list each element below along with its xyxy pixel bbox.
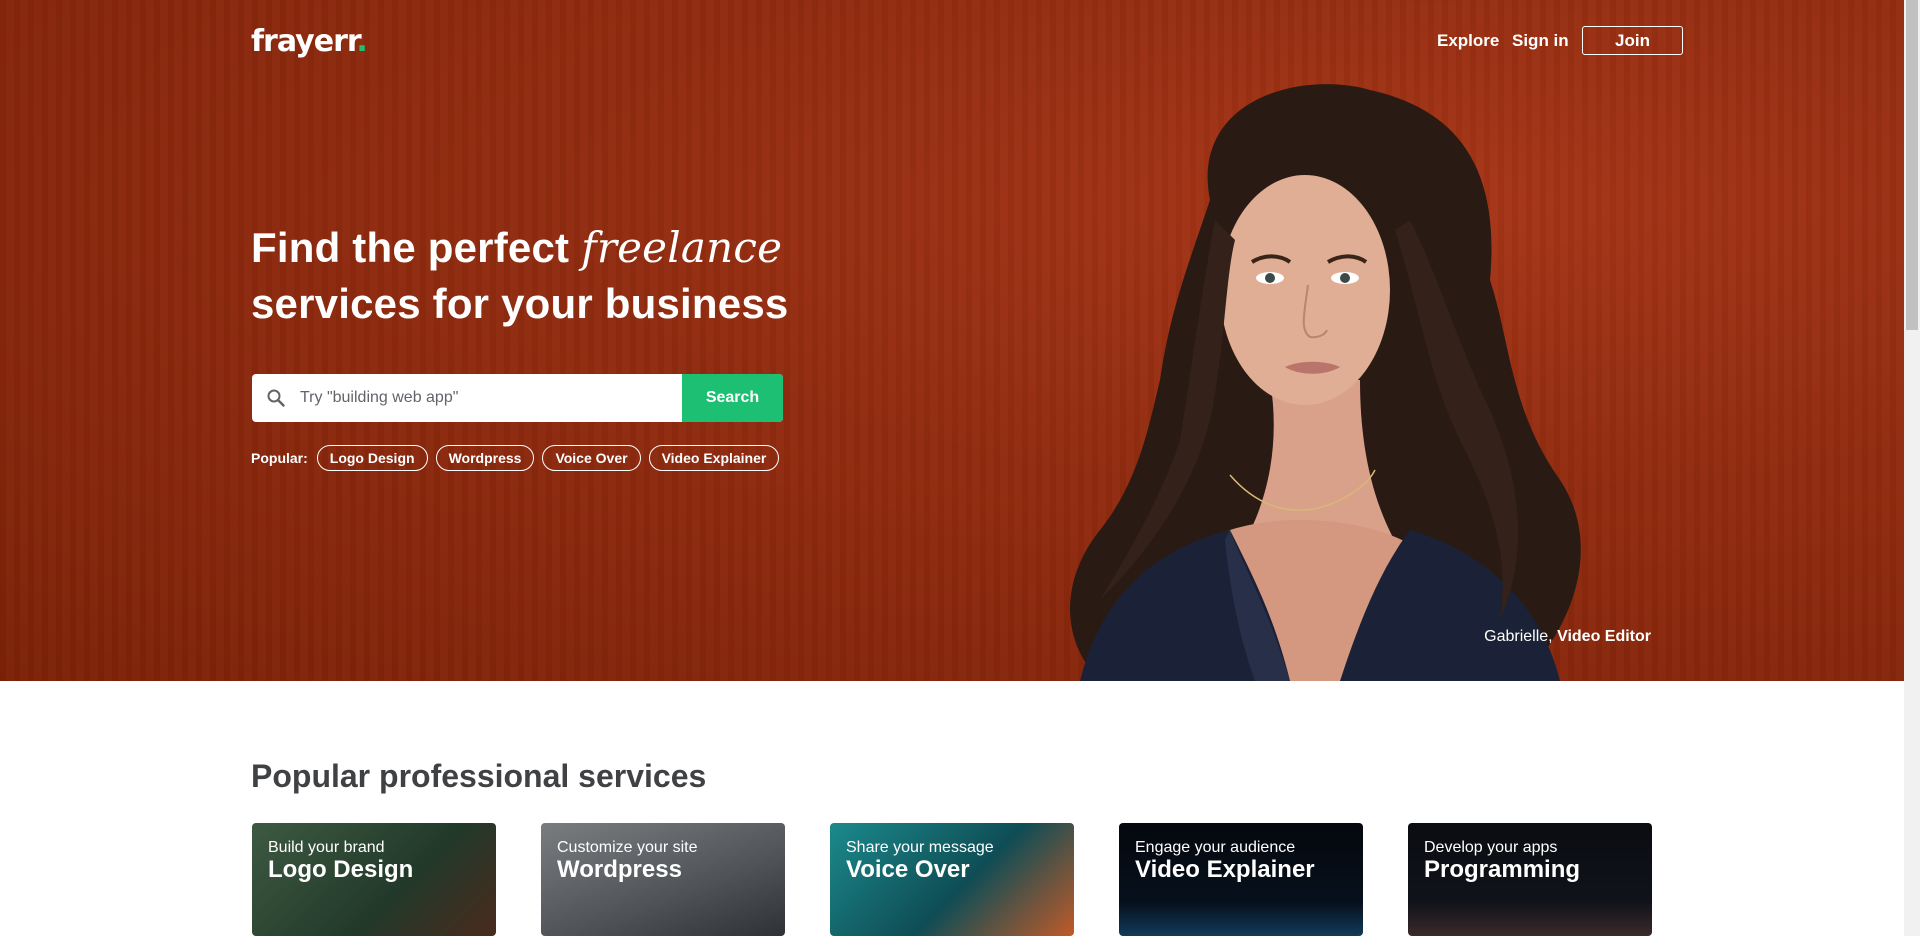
nav-explore-link[interactable]: Explore: [1437, 31, 1499, 51]
hero-caption: Gabrielle, Video Editor: [1484, 628, 1651, 646]
frayerr-logo[interactable]: frayerr.: [251, 24, 368, 59]
caption-name: Gabrielle,: [1484, 628, 1553, 645]
hero-banner: frayerr. Explore Sign in Join Find the p…: [0, 0, 1904, 681]
service-card-voice-over[interactable]: Share your message Voice Over: [830, 823, 1074, 936]
popular-chip-wordpress[interactable]: Wordpress: [435, 445, 535, 471]
service-card-video-explainer[interactable]: Engage your audience Video Explainer: [1119, 823, 1363, 936]
page-scrollbar[interactable]: [1904, 0, 1920, 936]
card-subtitle: Customize your site: [557, 839, 698, 856]
search-bar: Search: [252, 374, 783, 422]
popular-chip-logo-design[interactable]: Logo Design: [316, 445, 428, 471]
hero-headline: Find the perfect freelance services for …: [251, 220, 891, 332]
popular-label: Popular:: [251, 450, 308, 466]
service-card-logo-design[interactable]: Build your brand Logo Design: [252, 823, 496, 936]
card-title: Programming: [1424, 856, 1581, 883]
join-button[interactable]: Join: [1582, 26, 1683, 55]
service-card-wordpress[interactable]: Customize your site Wordpress: [541, 823, 785, 936]
hero-portrait-image: [1070, 84, 1581, 681]
card-title: Video Explainer: [1135, 856, 1315, 883]
search-icon: [252, 374, 300, 422]
card-title: Voice Over: [846, 856, 970, 883]
headline-italic: freelance: [581, 223, 783, 272]
scrollbar-thumb[interactable]: [1906, 0, 1918, 330]
logo-text: frayerr: [251, 24, 357, 59]
popular-chip-voice-over[interactable]: Voice Over: [542, 445, 641, 471]
card-subtitle: Share your message: [846, 839, 994, 856]
search-input[interactable]: [300, 374, 682, 422]
card-title: Wordpress: [557, 856, 682, 883]
search-button[interactable]: Search: [682, 374, 783, 422]
popular-chip-video-explainer[interactable]: Video Explainer: [648, 445, 780, 471]
card-subtitle: Engage your audience: [1135, 839, 1296, 856]
headline-part1: Find the perfect: [251, 224, 582, 271]
service-card-programming[interactable]: Develop your apps Programming: [1408, 823, 1652, 936]
headline-part2: services for your business: [251, 280, 789, 327]
card-title: Logo Design: [268, 856, 414, 883]
popular-searches: Popular: Logo Design Wordpress Voice Ove…: [251, 445, 780, 471]
nav-signin-link[interactable]: Sign in: [1512, 31, 1569, 51]
card-subtitle: Build your brand: [268, 839, 385, 856]
logo-dot: .: [356, 24, 367, 59]
card-subtitle: Develop your apps: [1424, 839, 1558, 856]
section-title: Popular professional services: [251, 758, 707, 794]
caption-role: Video Editor: [1557, 628, 1651, 645]
